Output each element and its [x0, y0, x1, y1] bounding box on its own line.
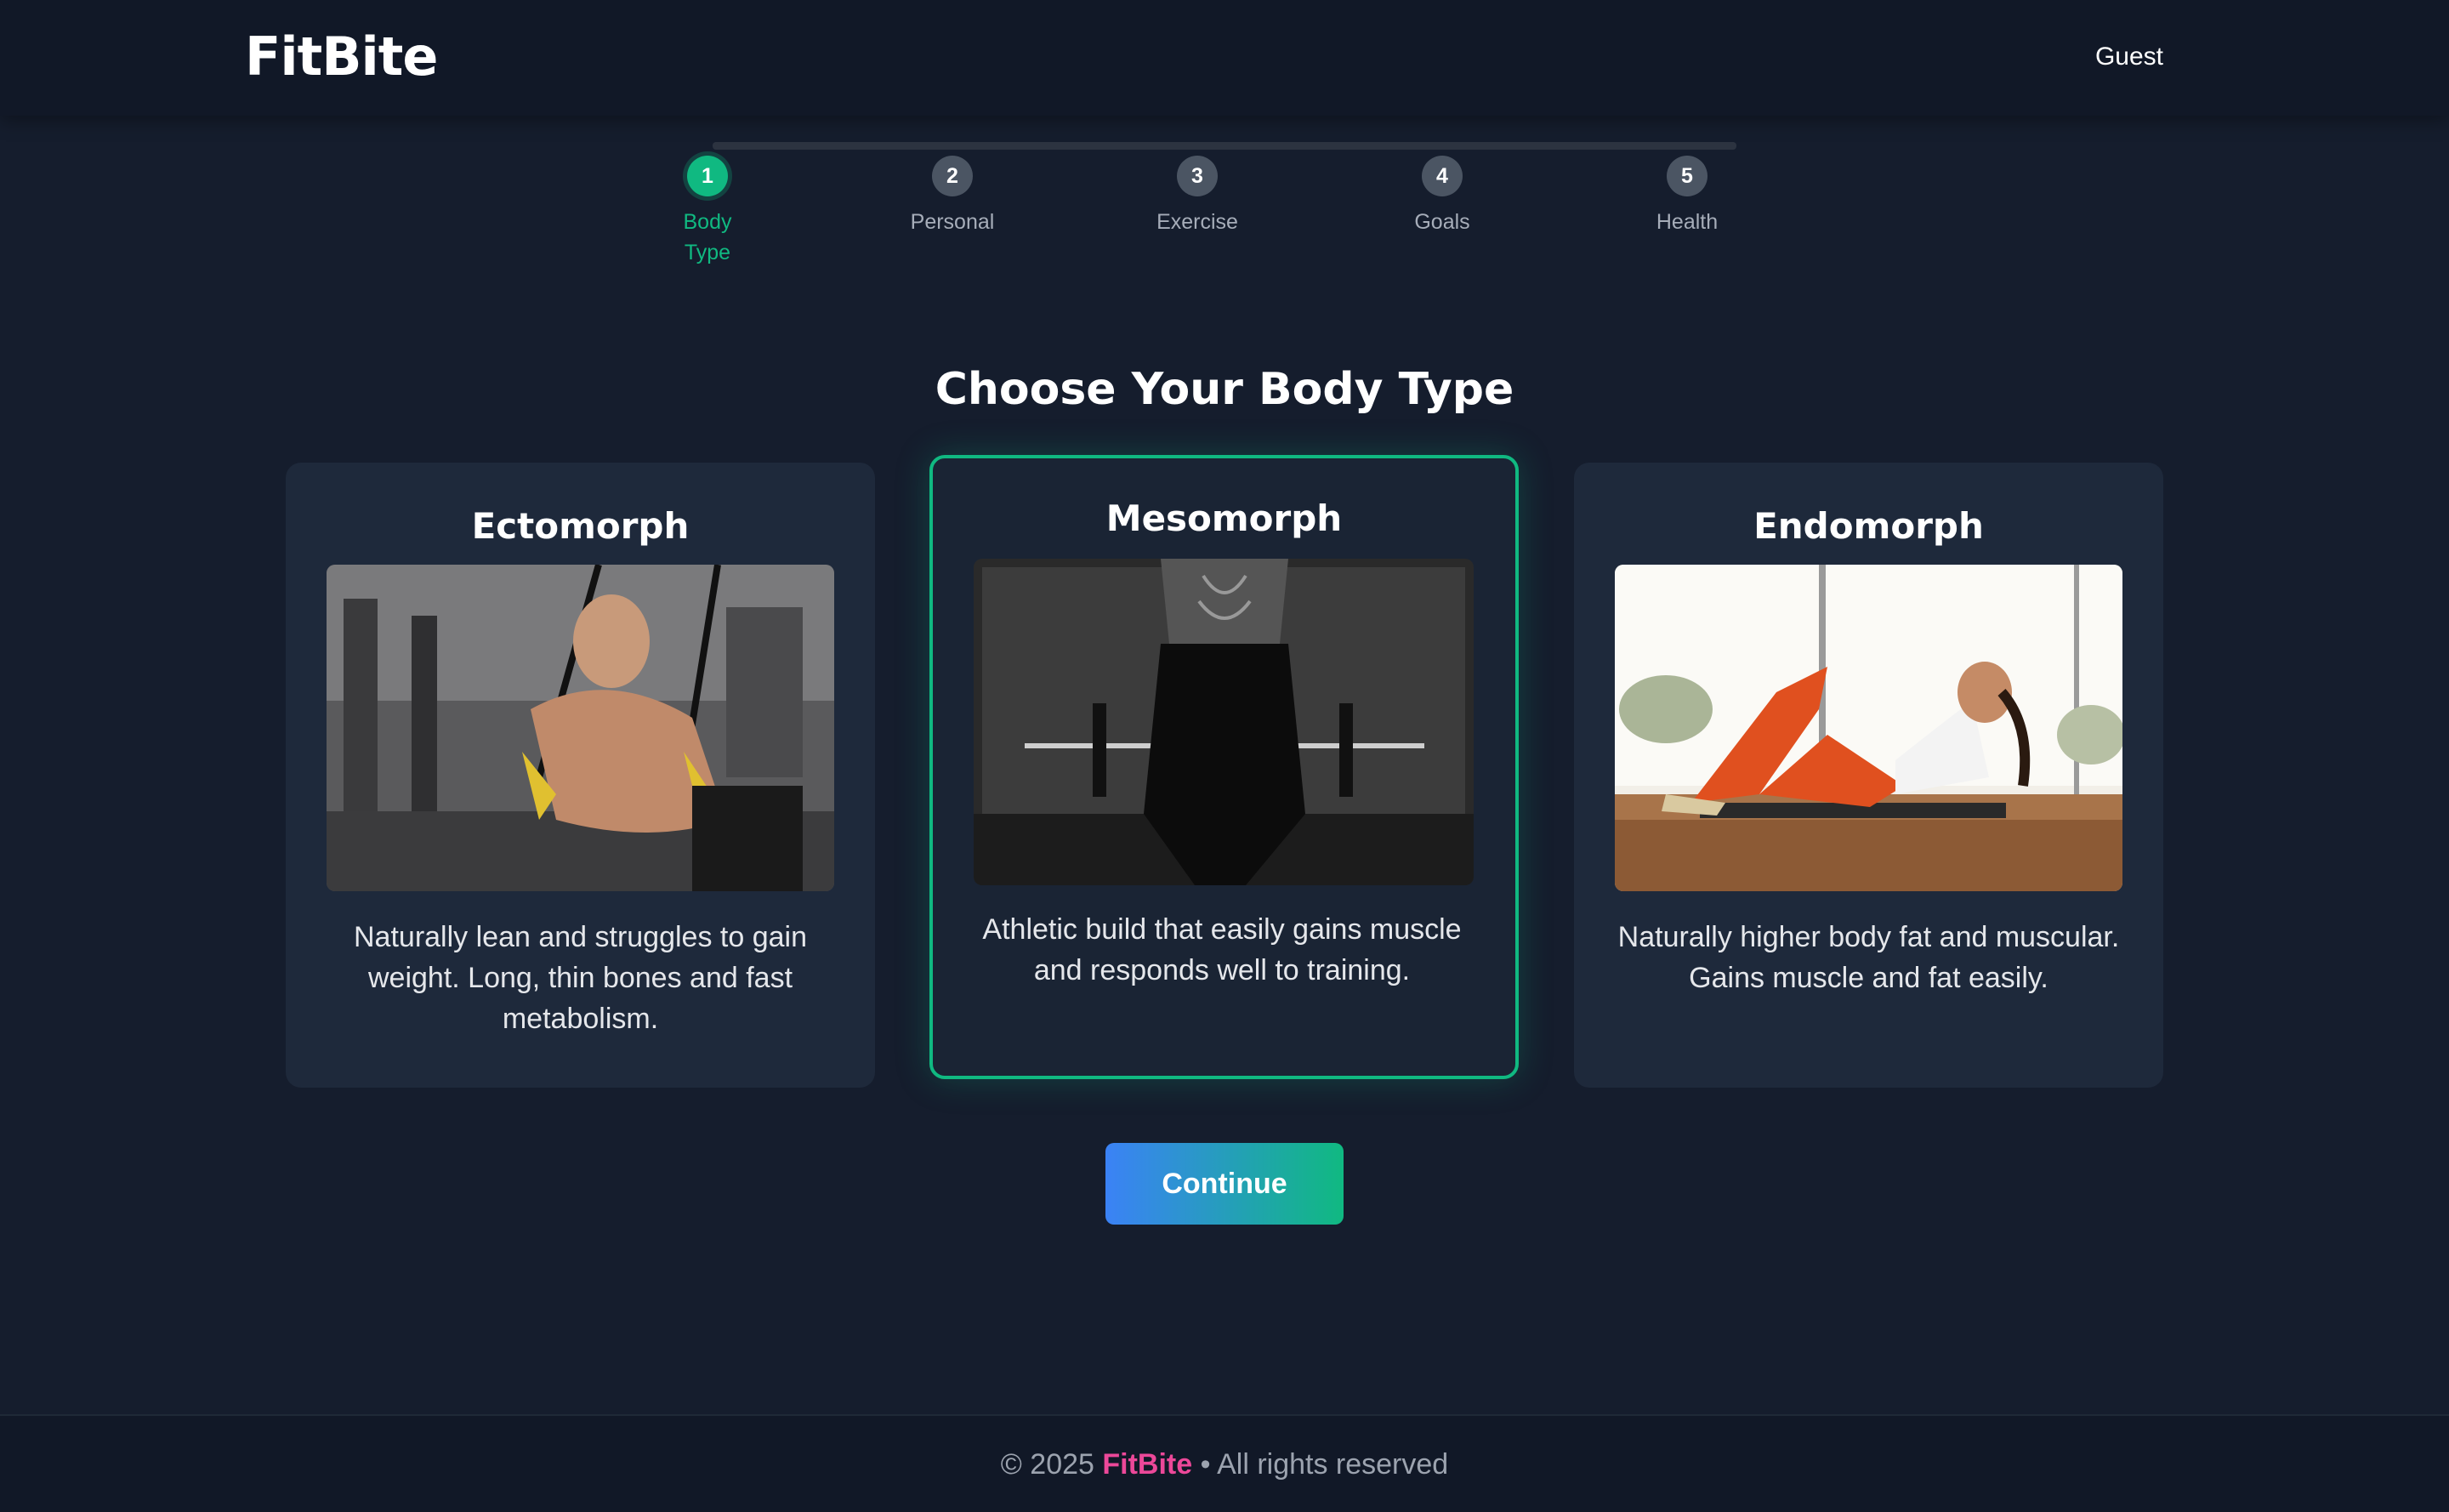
body-type-card-mesomorph[interactable]: Mesomorph Athletic build that easily gai…: [929, 455, 1519, 1079]
step-label: Exercise: [1156, 210, 1238, 234]
step-goals[interactable]: 4 Goals: [1374, 156, 1510, 237]
app-logo[interactable]: FitBite: [245, 26, 438, 88]
footer-brand[interactable]: FitBite: [1102, 1448, 1192, 1481]
footer-copyright: © 2025: [1000, 1448, 1094, 1481]
step-number-badge: 4: [1422, 156, 1463, 196]
user-menu[interactable]: Guest: [2095, 43, 2163, 71]
step-body-type[interactable]: 1 Body Type: [639, 156, 776, 268]
footer-rights: • All rights reserved: [1200, 1448, 1449, 1481]
progress-stepper: 1 Body Type 2 Personal 3 Exercise 4 Goal…: [680, 140, 1769, 276]
step-health[interactable]: 5 Health: [1619, 156, 1755, 237]
step-label: Health: [1656, 210, 1719, 234]
endomorph-photo: [1615, 565, 2122, 891]
card-description: Naturally lean and struggles to gain wei…: [354, 921, 807, 1035]
page-title: Choose Your Body Type: [935, 364, 1514, 415]
card-title: Ectomorph: [471, 505, 690, 547]
continue-button[interactable]: Continue: [1105, 1143, 1344, 1225]
step-exercise[interactable]: 3 Exercise: [1129, 156, 1265, 237]
step-personal[interactable]: 2 Personal: [884, 156, 1020, 237]
step-label: Body Type: [683, 210, 732, 264]
card-description: Naturally higher body fat and muscular. …: [1617, 921, 2120, 994]
step-number-badge: 2: [932, 156, 973, 196]
step-label: Goals: [1414, 210, 1470, 234]
card-description: Athletic build that easily gains muscle …: [982, 913, 1462, 986]
body-type-card-ectomorph[interactable]: Ectomorph Naturally lean and struggles t…: [286, 463, 875, 1088]
top-navbar: FitBite Guest: [0, 0, 2449, 116]
step-number-badge: 3: [1177, 156, 1218, 196]
footer: © 2025 FitBite • All rights reserved: [0, 1414, 2449, 1512]
body-type-card-endomorph[interactable]: Endomorph Naturally higher body fat and …: [1574, 463, 2163, 1088]
card-title: Endomorph: [1753, 505, 1984, 547]
mesomorph-photo: [974, 559, 1474, 885]
stepper-track: [713, 142, 1736, 150]
step-number-badge: 1: [687, 156, 728, 196]
ectomorph-photo: [327, 565, 834, 891]
step-label: Personal: [910, 210, 995, 234]
step-number-badge: 5: [1667, 156, 1707, 196]
card-title: Mesomorph: [1105, 497, 1343, 539]
